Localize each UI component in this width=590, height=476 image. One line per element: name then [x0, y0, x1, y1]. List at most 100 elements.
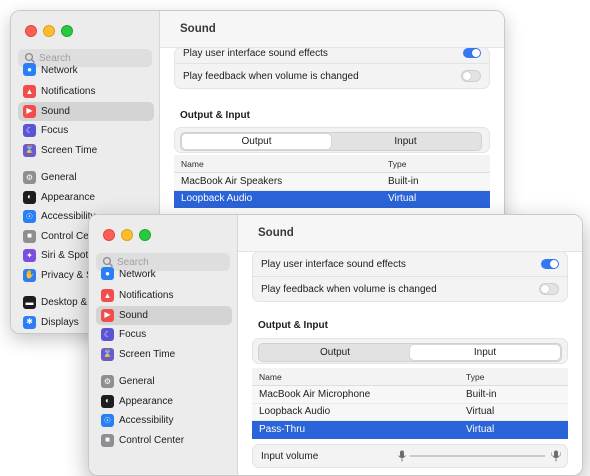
- hourglass-icon: ⌛: [101, 347, 114, 361]
- sidebar-item-label: Focus: [119, 329, 147, 341]
- device-type: Virtual: [466, 406, 495, 418]
- bell-icon: ▲: [23, 85, 36, 99]
- sidebar-item-sound[interactable]: ▶ Sound: [96, 305, 232, 325]
- tab-input[interactable]: Input: [410, 345, 560, 360]
- accessibility-icon: ☉: [101, 414, 114, 428]
- minimize-window-button[interactable]: [43, 25, 55, 37]
- sidebar-item-appearance[interactable]: ◐ Appearance: [96, 392, 232, 412]
- feedback-label: Play feedback when volume is changed: [261, 283, 437, 295]
- desktop-icon: ▬: [23, 296, 36, 310]
- feedback-toggle[interactable]: [461, 70, 481, 82]
- device-type: Virtual: [388, 193, 417, 205]
- zoom-window-button[interactable]: [61, 25, 73, 37]
- table-header: Name Type: [252, 368, 568, 386]
- window-controls: [103, 229, 151, 241]
- sidebar-item-notifications[interactable]: ▲ Notifications: [18, 82, 154, 102]
- device-name: Loopback Audio: [259, 406, 331, 418]
- sidebar-item-accessibility[interactable]: ☉ Accessibility: [96, 411, 232, 431]
- close-window-button[interactable]: [103, 229, 115, 241]
- appearance-icon: ◐: [101, 394, 114, 408]
- input-volume-row: Input volume: [252, 444, 568, 468]
- sidebar-item-general[interactable]: ⚙ General: [96, 372, 232, 392]
- sidebar-item-label: General: [41, 172, 77, 184]
- tab-input[interactable]: Input: [331, 134, 480, 149]
- header-type: Type: [388, 158, 407, 169]
- moon-icon: ☾: [101, 328, 114, 342]
- tab-output[interactable]: Output: [260, 345, 410, 360]
- ui-sounds-row: Play user interface sound effects: [175, 48, 489, 63]
- table-row-selected[interactable]: Loopback Audio Virtual: [174, 190, 490, 208]
- output-input-tabs: Output Input: [258, 343, 562, 362]
- feedback-toggle[interactable]: [539, 283, 559, 295]
- sidebar-item-label: Appearance: [41, 191, 95, 203]
- sidebar-item-label: Network: [119, 269, 156, 280]
- hourglass-icon: ⌛: [23, 143, 36, 157]
- device-type: Virtual: [466, 423, 495, 435]
- sidebar-item-screen-time[interactable]: ⌛ Screen Time: [96, 345, 232, 365]
- input-volume-slider[interactable]: [410, 455, 545, 457]
- device-name: Loopback Audio: [181, 193, 253, 205]
- device-type: Built-in: [388, 175, 419, 187]
- sidebar-item-appearance[interactable]: ◐ Appearance: [18, 188, 154, 208]
- sidebar-item-notifications[interactable]: ▲ Notifications: [96, 286, 232, 306]
- sidebar-item-label: Network: [41, 65, 78, 76]
- table-row[interactable]: MacBook Air Speakers Built-in: [174, 173, 490, 191]
- output-input-heading: Output & Input: [180, 110, 250, 121]
- feedback-row: Play feedback when volume is changed: [175, 63, 489, 88]
- sidebar-item-control-center[interactable]: ■ Control Center: [96, 431, 232, 451]
- window-controls: [25, 25, 73, 37]
- ui-sounds-label: Play user interface sound effects: [183, 48, 328, 59]
- device-name: MacBook Air Microphone: [259, 388, 371, 400]
- ui-sounds-label: Play user interface sound effects: [261, 258, 406, 270]
- sidebar: ● Network ▲ Notifications ▶ Sound ☾ Focus ⌛ Scr…: [89, 215, 238, 475]
- moon-icon: ☾: [23, 124, 36, 138]
- sidebar-item-network[interactable]: ● Network: [96, 266, 232, 280]
- header-type: Type: [466, 371, 485, 382]
- tab-output[interactable]: Output: [182, 134, 331, 149]
- feedback-label: Play feedback when volume is changed: [183, 70, 359, 82]
- close-window-button[interactable]: [25, 25, 37, 37]
- header-name: Name: [259, 371, 282, 382]
- device-name: Pass-Thru: [259, 423, 306, 435]
- ui-sounds-toggle[interactable]: [541, 259, 559, 269]
- page-title: Sound: [258, 227, 294, 239]
- speaker-icon: ▶: [23, 104, 36, 118]
- zoom-window-button[interactable]: [139, 229, 151, 241]
- sound-effects-group: Play user interface sound effects Play f…: [174, 47, 490, 89]
- sound-effects-group: Play user interface sound effects Play f…: [252, 251, 568, 302]
- sidebar-list: ● Network ▲ Notifications ▶ Sound ☾ Focus ⌛ Scr…: [96, 267, 232, 451]
- sidebar-item-focus[interactable]: ☾ Focus: [96, 325, 232, 345]
- network-icon: ●: [101, 267, 114, 280]
- appearance-icon: ◐: [23, 190, 36, 204]
- sidebar-item-network[interactable]: ● Network: [18, 62, 154, 76]
- sidebar-item-label: Control Center: [119, 434, 185, 446]
- ui-sounds-toggle[interactable]: [463, 48, 481, 58]
- sidebar-item-label: Focus: [41, 125, 69, 137]
- sidebar-item-label: Sound: [119, 309, 148, 321]
- sidebar-item-label: Screen Time: [119, 348, 176, 360]
- sidebar-item-general[interactable]: ⚙ General: [18, 168, 154, 188]
- table-row-selected[interactable]: Pass-Thru Virtual: [252, 421, 568, 439]
- gear-icon: ⚙: [23, 171, 36, 185]
- gear-icon: ⚙: [101, 375, 114, 389]
- table-row[interactable]: MacBook Air Microphone Built-in: [252, 386, 568, 404]
- sidebar-item-label: Notifications: [119, 290, 174, 302]
- front-settings-window[interactable]: ● Network ▲ Notifications ▶ Sound ☾ Focus ⌛ Scr…: [88, 214, 583, 476]
- table-row[interactable]: Loopback Audio Virtual: [252, 403, 568, 421]
- control-center-icon: ■: [23, 229, 36, 243]
- feedback-row: Play feedback when volume is changed: [253, 276, 567, 301]
- sidebar-item-label: Displays: [41, 316, 79, 328]
- sidebar-item-sound[interactable]: ▶ Sound: [18, 101, 154, 121]
- device-table: Name Type MacBook Air Speakers Built-in …: [174, 155, 490, 208]
- control-center-icon: ■: [101, 433, 114, 447]
- titlebar: Sound: [238, 215, 582, 252]
- sidebar-item-screen-time[interactable]: ⌛ Screen Time: [18, 141, 154, 161]
- sidebar-item-label: Sound: [41, 105, 70, 117]
- hand-icon: ✋: [23, 268, 36, 282]
- accessibility-icon: ☉: [23, 210, 36, 224]
- sidebar-item-label: Accessibility: [119, 415, 174, 427]
- sidebar-item-focus[interactable]: ☾ Focus: [18, 121, 154, 141]
- ui-sounds-row: Play user interface sound effects: [253, 252, 567, 276]
- minimize-window-button[interactable]: [121, 229, 133, 241]
- device-name: MacBook Air Speakers: [181, 175, 283, 187]
